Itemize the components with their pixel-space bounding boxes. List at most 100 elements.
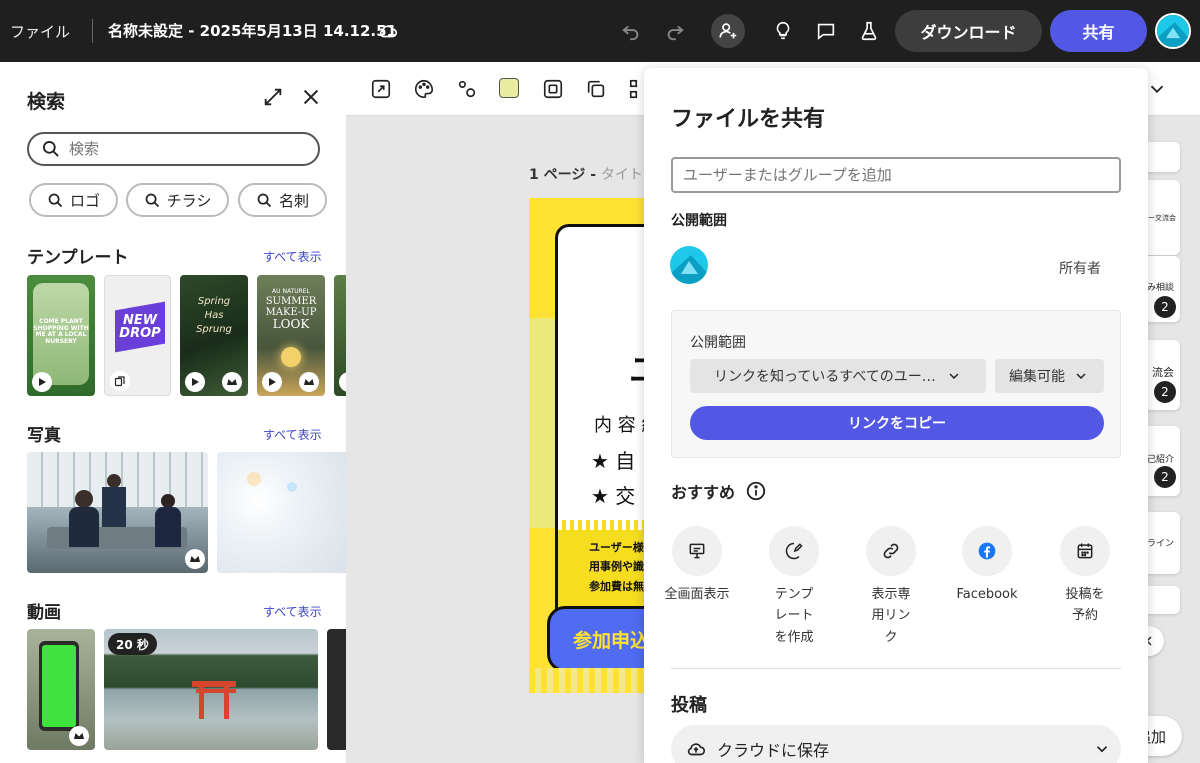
page-number-label: 1 ページ - [529,167,601,183]
recommended-heading: おすすめ [671,479,767,503]
templates-title: テンプレート [27,248,129,268]
search-box[interactable] [27,132,320,166]
template-thumbnail[interactable] [334,275,346,396]
save-to-cloud-label: クラウドに保存 [717,741,830,760]
close-icon[interactable] [300,86,322,108]
comment-icon[interactable] [810,15,842,47]
photos-show-all-link[interactable]: すべて表示 [263,426,322,443]
chip-logo[interactable]: ロゴ [29,183,118,217]
flask-icon[interactable] [853,15,885,47]
template-thumbnail[interactable]: Spring Has Sprung [180,275,248,396]
option-label: 投稿を予約 [1065,587,1105,624]
palette-icon[interactable] [413,78,435,100]
page-thumbnail-text: み相談 [1146,283,1174,293]
option-label: Facebook [956,587,1018,602]
download-button[interactable]: ダウンロード [895,10,1042,52]
premium-crown-icon [299,372,319,392]
document-title[interactable]: 名称未設定 - 2025年5月13日 14.12.51 [108,20,397,41]
design-text: ユーザー様 [589,541,644,554]
add-user-field[interactable] [671,157,1121,193]
template-thumbnail[interactable]: AU NATUREL SUMMER MAKE-UP LOOK [257,275,325,396]
videos-show-all-link[interactable]: すべて表示 [263,603,322,620]
template-icon [769,526,819,576]
create-template-option[interactable]: テンプレートを作成 [756,526,832,648]
lightbulb-icon[interactable] [767,15,799,47]
duplicate-icon[interactable] [585,78,607,100]
redo-icon[interactable] [659,15,691,47]
file-menu[interactable]: ファイル [10,21,70,42]
chevron-down-icon[interactable] [1146,78,1168,100]
link-settings-label: 公開範囲 [690,335,746,351]
invite-user-icon[interactable] [711,14,745,48]
page-label[interactable]: 1 ページ - タイト [529,164,643,184]
resize-icon[interactable] [370,78,392,100]
link-scope-value: リンクを知っているすべてのユー… [714,369,936,385]
shapes-icon[interactable] [456,78,478,100]
chip-label: チラシ [166,191,212,210]
chip-label: ロゴ [69,191,100,210]
owner-role-label: 所有者 [1059,261,1101,277]
chip-flyer[interactable]: チラシ [126,183,229,217]
template-thumbnail[interactable]: NEW DROP [104,275,171,396]
share-button[interactable]: 共有 [1050,10,1147,52]
play-icon [262,372,282,392]
link-scope-dropdown[interactable]: リンクを知っているすべてのユー… [690,359,986,393]
fullscreen-option[interactable]: 全画面表示 [659,526,735,605]
facebook-option[interactable]: Facebook [949,526,1025,605]
template-text: COME PLANT SHOPPING WITH ME AT A LOCAL N… [33,318,89,345]
templates-show-all-link[interactable]: すべて表示 [263,248,322,265]
cloud-icon[interactable] [372,15,404,47]
template-text: SUMMER [265,295,317,307]
design-cta: 参加申込 [573,630,650,652]
top-bar: ファイル 名称未設定 - 2025年5月13日 14.12.51 ダウンロード … [0,0,1200,62]
add-user-input[interactable] [683,166,1103,184]
visibility-heading: 公開範囲 [671,213,727,229]
design-text: ★ 交 [591,484,636,508]
info-icon[interactable] [745,480,767,502]
calendar-icon [1060,526,1110,576]
page-thumbnail-text: ライン [1146,539,1174,549]
video-thumbnail[interactable]: 20 秒 [104,629,318,750]
video-thumbnail[interactable] [27,629,95,750]
recommended-label: おすすめ [671,483,736,502]
play-icon [185,372,205,392]
premium-crown-icon [185,549,205,569]
owner-avatar [670,246,708,284]
share-file-panel: ファイルを共有 公開範囲 所有者 公開範囲 リンクを知っているすべてのユー… 編… [644,68,1148,763]
search-icon [145,193,159,207]
play-icon [32,372,52,392]
view-only-link-option[interactable]: 表示専用リンク [853,526,929,648]
video-thumbnail[interactable] [327,629,346,750]
schedule-post-option[interactable]: 投稿を予約 [1047,526,1123,627]
template-thumbnail[interactable]: COME PLANT SHOPPING WITH ME AT A LOCAL N… [27,275,95,396]
photos-title: 写真 [27,426,61,446]
chip-business-card[interactable]: 名刺 [238,183,327,217]
image-frame-icon[interactable] [542,78,564,100]
cloud-upload-icon [687,743,706,756]
avatar[interactable] [1155,13,1191,49]
panel-title: 検索 [27,91,66,113]
photo-thumbnail[interactable] [27,452,208,573]
search-input[interactable] [69,140,289,158]
chevron-down-icon [949,373,959,380]
chevron-down-icon [1076,373,1086,380]
option-label: テンプレートを作成 [774,587,814,645]
post-heading: 投稿 [671,695,707,716]
page-count-badge: 2 [1154,466,1176,488]
photo-thumbnail[interactable] [217,452,346,573]
page-thumbnail-text: 己紹介 [1146,455,1174,465]
save-to-cloud-row[interactable]: クラウドに保存 [671,725,1121,763]
copy-link-button[interactable]: リンクをコピー [690,406,1104,440]
link-icon [866,526,916,576]
template-text: AU NATUREL [272,288,310,295]
page-thumbnail-text: ー交流会 [1148,213,1176,222]
permission-value: 編集可能 [1009,369,1065,385]
search-icon [43,141,59,157]
expand-icon[interactable] [262,86,284,108]
template-text: LOOK [272,316,310,331]
page-count-badge: 2 [1154,296,1176,318]
fill-color-swatch[interactable] [499,78,521,100]
facebook-icon [962,526,1012,576]
undo-icon[interactable] [615,15,647,47]
permission-dropdown[interactable]: 編集可能 [995,359,1104,393]
